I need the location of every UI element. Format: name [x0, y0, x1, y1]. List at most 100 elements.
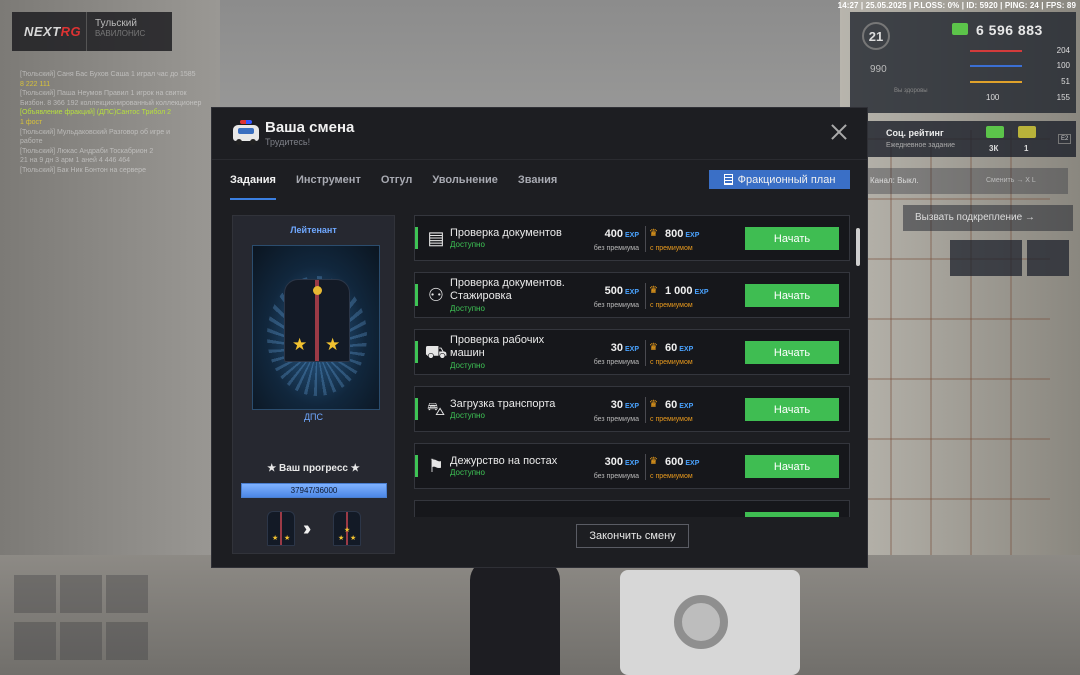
task-row: ⛍ Загрузка транспорта Доступно 30 EXP без пре… — [414, 386, 850, 432]
rank-progress-bar: 37947/36000 — [241, 483, 387, 498]
start-task-button[interactable]: Начать — [745, 341, 839, 364]
scene-disc — [674, 595, 728, 649]
star-icon: ★ — [292, 335, 308, 354]
officers-icon: ⚇ — [427, 285, 445, 305]
tab-leave[interactable]: Отгул — [381, 174, 413, 200]
player-hud: 21 6 596 883 204 100 51 100 155 990 Вы зд… — [850, 12, 1076, 113]
rating-sub: Ежедневное задание — [886, 142, 955, 149]
divider — [645, 397, 646, 423]
social-rating-panel[interactable]: Соц. рейтинг Ежедневное задание 3К 1 E2 — [858, 121, 1076, 157]
task-base-reward: 30 EXP — [610, 399, 639, 411]
task-accent — [415, 455, 418, 477]
inventory-slot-3[interactable] — [106, 575, 148, 613]
inventory-slot-2[interactable] — [60, 575, 102, 613]
task-row — [414, 500, 850, 517]
scene-window-grid — [850, 130, 1050, 560]
modal-title: Ваша смена — [265, 119, 355, 136]
inventory-slot-4[interactable] — [14, 622, 56, 660]
rank-insignia-card: ★ ★ — [252, 245, 380, 410]
task-status: Доступно — [450, 304, 485, 313]
server-sub: ВАВИЛОНИС — [95, 29, 146, 38]
channel-switch[interactable]: Сменить → X L — [986, 177, 1036, 184]
server-name: Тульский — [95, 18, 137, 29]
chat-line: [Тюльский] Саня Бас Бухов Саша 1 играл ч… — [20, 71, 196, 78]
chat-line: [Объявление фракций] (ДПС)Сантос Трибол … — [20, 109, 172, 117]
crown-icon: ♛ — [649, 342, 658, 353]
divider — [645, 454, 646, 480]
task-row: ⚇ Проверка документов. Стажировка Доступно… — [414, 272, 850, 318]
current-rank-icon: ★ ★ — [267, 511, 295, 546]
task-base-label: без премиума — [593, 473, 639, 480]
task-premium-label: с премиумом — [650, 416, 693, 423]
chat-line: [Тюльский] Люкас Андраби Тоскабрион 2 — [20, 147, 154, 155]
progress-text: 37947/36000 — [290, 486, 338, 495]
task-status: Доступно — [450, 411, 485, 420]
money-icon — [952, 23, 968, 35]
task-name: Проверка документов. Стажировка — [450, 277, 565, 302]
task-base-reward: 500 EXP — [604, 285, 639, 297]
start-task-button[interactable]: Начать — [745, 227, 839, 250]
close-icon[interactable] — [829, 122, 849, 142]
inventory-slot-1[interactable] — [14, 575, 56, 613]
server-logo-box: NEXTRG Тульский ВАВИЛОНИС — [12, 12, 172, 51]
rank-name: Лейтенант — [290, 225, 337, 235]
start-task-button[interactable]: Начать — [745, 455, 839, 478]
start-task-button[interactable]: Начать — [745, 284, 839, 307]
document-icon — [723, 174, 733, 185]
task-base-reward: 400 EXP — [604, 228, 639, 240]
rank-department: ДПС — [303, 412, 324, 422]
tab-tasks[interactable]: Задания — [230, 174, 276, 200]
inventory-slot-6[interactable] — [106, 622, 148, 660]
calendar-button[interactable] — [950, 240, 1022, 276]
task-status: Доступно — [450, 240, 485, 249]
task-base-label: без премиума — [593, 359, 639, 366]
task-base-label: без премиума — [593, 245, 639, 252]
notification-bell-button[interactable] — [1027, 240, 1069, 276]
chat-line: 8 222 111 — [20, 80, 51, 88]
task-name: Загрузка транспорта — [450, 398, 556, 410]
progress-label: ★ Ваш прогресс ★ — [267, 463, 360, 474]
crown-icon: ♛ — [649, 456, 658, 467]
task-premium-label: с премиумом — [650, 302, 693, 309]
radio-channel[interactable]: Канал: Выкл. Сменить → X L — [858, 168, 1068, 194]
task-name: Дежурство на постах — [450, 455, 558, 467]
chat-line: [Тюльский] Бак Ник Бонтон на сервере — [20, 166, 146, 174]
task-premium-label: с премиумом — [650, 359, 693, 366]
rank-panel: Лейтенант ★ ★ ДПС ★ Ваш прогресс ★ 37947… — [232, 215, 395, 554]
stamina-stat: 100 — [970, 61, 1070, 71]
cash-icon — [986, 126, 1004, 138]
tow-truck-icon: ⛍ — [426, 399, 446, 419]
crown-icon: ♛ — [649, 285, 658, 296]
finish-shift-button[interactable]: Закончить смену — [576, 524, 689, 548]
task-status: Доступно — [450, 361, 485, 370]
divider — [645, 283, 646, 309]
task-base-reward: 300 EXP — [604, 456, 639, 468]
modal-header: Ваша смена Трудитесь! — [212, 108, 867, 160]
faction-plan-button[interactable]: Фракционный план — [709, 170, 850, 189]
task-base-label: без премиума — [593, 416, 639, 423]
police-car-icon — [232, 120, 260, 146]
divider — [645, 226, 646, 252]
task-base-label: без премиума — [593, 302, 639, 309]
post-duty-icon: ⚑ — [427, 456, 445, 476]
level-badge: 21 — [862, 22, 890, 50]
status-bar: 14:27 | 25.05.2025 | P.LOSS: 0% | ID: 59… — [837, 1, 1076, 10]
server-info: Тульский ВАВИЛОНИС — [86, 12, 172, 51]
task-premium-label: с премиумом — [650, 473, 693, 480]
task-name: Проверка рабочих машин — [450, 334, 545, 359]
task-premium-reward: 800 EXP — [665, 228, 700, 240]
task-status: Доступно — [450, 468, 485, 477]
tab-ranks[interactable]: Звания — [518, 174, 557, 200]
chat-line: 21 на 9 дн 3 арм 1 аней 4 446 464 — [20, 157, 131, 165]
channel-label: Канал: Выкл. — [870, 176, 919, 185]
call-backup-button[interactable]: Вызвать подкрепление → — [903, 205, 1073, 231]
armor-stat: 100 155 — [986, 93, 1070, 102]
health-status: Вы здоровы — [894, 88, 928, 94]
inventory-slot-5[interactable] — [60, 622, 102, 660]
tab-tools[interactable]: Инструмент — [296, 174, 361, 200]
task-list-scrollbar[interactable] — [856, 228, 860, 266]
tab-resign[interactable]: Увольнение — [432, 174, 498, 200]
star-icon: ★ — [325, 335, 341, 354]
start-task-button[interactable] — [745, 512, 839, 517]
start-task-button[interactable]: Начать — [745, 398, 839, 421]
